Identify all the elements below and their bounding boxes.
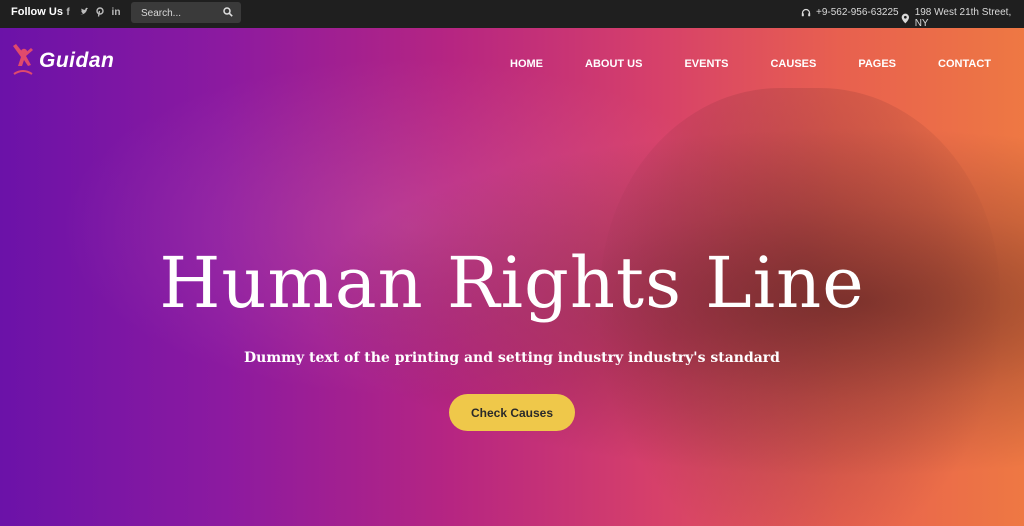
nav-pages[interactable]: PAGES [858, 58, 896, 70]
nav-about-us[interactable]: ABOUT US [585, 58, 642, 70]
nav-contact[interactable]: CONTACT [938, 58, 991, 70]
headset-icon [801, 8, 811, 16]
hero-subtitle: Dummy text of the printing and setting i… [244, 350, 780, 366]
logo-figure-icon [13, 44, 33, 75]
search-icon[interactable] [223, 7, 233, 17]
hero-section: Guidan HOME ABOUT US EVENTS CAUSES PAGES… [0, 28, 1024, 526]
follow-us-label: Follow Us [11, 6, 63, 18]
map-pin-icon [901, 13, 910, 23]
search-box[interactable] [131, 2, 241, 23]
logo-text: Guidan [39, 49, 115, 72]
social-links: f in [63, 7, 121, 19]
pinterest-icon[interactable] [95, 7, 105, 19]
address-text: 198 West 21th Street, NY [914, 7, 1012, 29]
nav-events[interactable]: EVENTS [684, 58, 728, 70]
hero-title: Human Rights Line [159, 242, 865, 324]
phone-number[interactable]: +9-562-956-63225 [816, 7, 899, 18]
twitter-icon[interactable] [79, 7, 89, 19]
nav-causes[interactable]: CAUSES [770, 58, 816, 70]
search-input[interactable] [139, 5, 223, 22]
top-bar: Follow Us f in +9-562-956-63225 198 West… [0, 0, 1024, 29]
address-info: 198 West 21th Street, NY [901, 7, 1024, 29]
nav-home[interactable]: HOME [510, 58, 543, 70]
site-logo[interactable]: Guidan [10, 44, 114, 78]
phone-info: +9-562-956-63225 [801, 7, 899, 18]
linkedin-icon[interactable]: in [111, 7, 121, 19]
facebook-icon[interactable]: f [63, 7, 73, 19]
main-nav: HOME ABOUT US EVENTS CAUSES PAGES CONTAC… [468, 58, 991, 70]
check-causes-button[interactable]: Check Causes [449, 394, 575, 431]
